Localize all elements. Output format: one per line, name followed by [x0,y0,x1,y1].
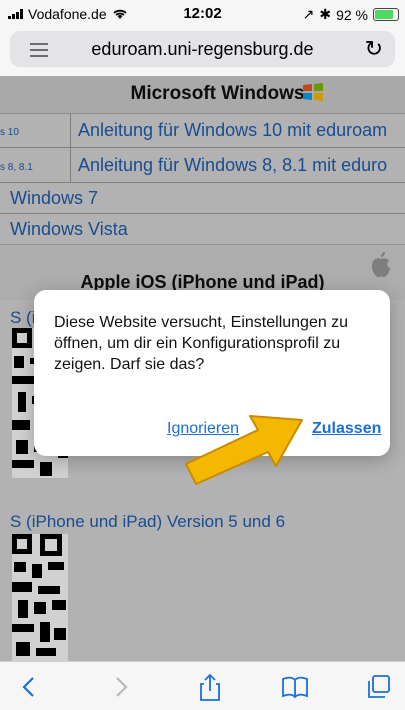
address-bar[interactable]: eduroam.uni-regensburg.de ↻ [10,31,395,67]
browser-toolbar [0,661,405,710]
share-icon[interactable] [195,672,225,702]
dialog-message: Diese Website versucht, Einstellungen zu… [54,314,349,373]
status-bar: Vodafone.de 12:02 ↗ ✱ 92 % [0,0,405,28]
status-right: ↗ ✱ 92 % [303,6,399,23]
bookmarks-icon[interactable] [280,672,310,702]
battery-percent: 92 % [336,6,368,23]
bluetooth-icon: ✱ [319,6,332,22]
browser-address-area: eduroam.uni-regensburg.de ↻ [0,28,405,76]
allow-button[interactable]: Zulassen [312,420,381,438]
location-icon: ↗ [302,6,315,22]
battery-icon [373,8,399,21]
url-text[interactable]: eduroam.uni-regensburg.de [10,39,395,60]
reload-icon[interactable]: ↻ [365,36,383,62]
tabs-icon[interactable] [364,672,394,702]
highlight-arrow-icon [185,415,303,485]
forward-icon[interactable] [106,672,136,702]
back-icon[interactable] [14,672,44,702]
